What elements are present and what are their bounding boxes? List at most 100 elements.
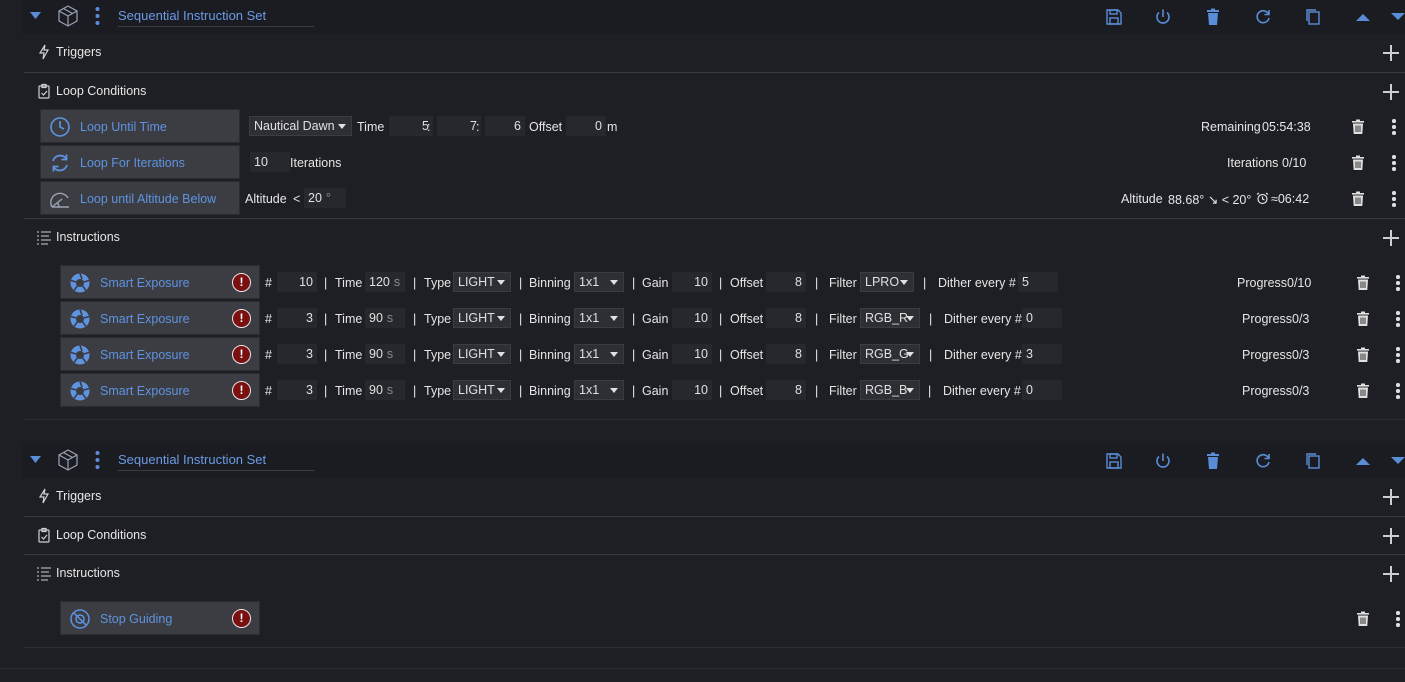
offset-field[interactable]: 0: [566, 116, 606, 136]
delete-condition-icon[interactable]: [1352, 119, 1364, 134]
binning-select[interactable]: 1x1: [574, 380, 624, 400]
set-title[interactable]: Sequential Instruction Set: [118, 452, 314, 471]
separator: |: [632, 384, 636, 398]
exposure-time-field[interactable]: 90 s: [365, 344, 405, 364]
warning-icon[interactable]: !: [232, 381, 251, 400]
more-options-icon[interactable]: [1396, 311, 1400, 327]
warning-icon[interactable]: !: [232, 273, 251, 292]
filter-select[interactable]: RGB_G: [860, 344, 920, 364]
duplicate-icon[interactable]: [1303, 451, 1323, 471]
add-instruction-button[interactable]: [1383, 566, 1399, 582]
image-type-select[interactable]: LIGHT: [453, 272, 511, 292]
seconds-field[interactable]: 6: [485, 116, 525, 136]
image-type-select[interactable]: LIGHT: [453, 344, 511, 364]
box-icon: [58, 449, 78, 471]
add-condition-button[interactable]: [1383, 84, 1399, 100]
iterations-field[interactable]: 10: [250, 152, 290, 172]
gain-field[interactable]: 10: [672, 380, 712, 400]
instruction-smart-exposure[interactable]: Smart Exposure!: [60, 373, 260, 407]
offset-field[interactable]: 8: [766, 344, 806, 364]
delete-icon[interactable]: [1203, 7, 1223, 27]
warning-icon[interactable]: !: [232, 609, 251, 628]
more-options-icon[interactable]: [1396, 383, 1400, 399]
binning-select[interactable]: 1x1: [574, 344, 624, 364]
collapse-chevron-icon[interactable]: [30, 12, 41, 20]
offset-label: Offset: [730, 276, 764, 290]
time-label: Time: [335, 348, 363, 362]
save-icon[interactable]: [1104, 7, 1124, 27]
add-trigger-button[interactable]: [1383, 489, 1399, 505]
filter-select[interactable]: LPRO: [860, 272, 914, 292]
exposure-time-field[interactable]: 90 s: [365, 308, 405, 328]
drag-handle-icon[interactable]: [95, 450, 100, 470]
power-icon[interactable]: [1153, 7, 1173, 27]
delete-condition-icon[interactable]: [1352, 155, 1364, 170]
dither-field[interactable]: 0: [1022, 380, 1062, 400]
instructions-label: Instructions: [56, 230, 120, 244]
filter-select[interactable]: RGB_R: [860, 308, 920, 328]
offset-field[interactable]: 8: [766, 272, 806, 292]
condition-loop-until-time[interactable]: Loop Until Time: [40, 109, 240, 143]
add-condition-button[interactable]: [1383, 528, 1399, 544]
reset-icon[interactable]: [1253, 451, 1273, 471]
drag-handle-icon[interactable]: [95, 6, 100, 26]
power-icon[interactable]: [1153, 451, 1173, 471]
binning-select[interactable]: 1x1: [574, 308, 624, 328]
gain-field[interactable]: 10: [672, 272, 712, 292]
exposure-time-field[interactable]: 90 s: [365, 380, 405, 400]
delete-instruction-icon[interactable]: [1357, 347, 1369, 362]
more-options-icon[interactable]: [1396, 347, 1400, 363]
gain-field[interactable]: 10: [672, 308, 712, 328]
delete-instruction-icon[interactable]: [1357, 311, 1369, 326]
minutes-field[interactable]: 7: [437, 116, 481, 136]
instruction-smart-exposure[interactable]: Smart Exposure!: [60, 337, 260, 371]
time-source-select[interactable]: Nautical Dawn: [249, 116, 352, 136]
collapse-chevron-icon[interactable]: [30, 456, 41, 464]
filter-select[interactable]: RGB_B: [860, 380, 920, 400]
offset-field[interactable]: 8: [766, 308, 806, 328]
instruction-smart-exposure[interactable]: Smart Exposure!: [60, 301, 260, 335]
move-down-icon[interactable]: [1388, 451, 1405, 471]
condition-loop-until-altitude[interactable]: Loop until Altitude Below: [40, 181, 240, 215]
delete-instruction-icon[interactable]: [1357, 611, 1369, 626]
dither-field[interactable]: 0: [1022, 308, 1062, 328]
delete-instruction-icon[interactable]: [1357, 383, 1369, 398]
gain-field[interactable]: 10: [672, 344, 712, 364]
exposure-count-field[interactable]: 10: [277, 272, 317, 292]
add-trigger-button[interactable]: [1383, 45, 1399, 61]
exposure-count-field[interactable]: 3: [277, 380, 317, 400]
warning-icon[interactable]: !: [232, 309, 251, 328]
duplicate-icon[interactable]: [1303, 7, 1323, 27]
offset-unit: m: [607, 120, 618, 134]
binning-select[interactable]: 1x1: [574, 272, 624, 292]
move-up-icon[interactable]: [1353, 7, 1373, 27]
delete-icon[interactable]: [1203, 451, 1223, 471]
reset-icon[interactable]: [1253, 7, 1273, 27]
save-icon[interactable]: [1104, 451, 1124, 471]
instruction-smart-exposure[interactable]: Smart Exposure!: [60, 265, 260, 299]
altitude-field[interactable]: 20 °: [304, 188, 346, 208]
add-instruction-button[interactable]: [1383, 230, 1399, 246]
dither-field[interactable]: 3: [1022, 344, 1062, 364]
delete-condition-icon[interactable]: [1352, 191, 1364, 206]
image-type-select[interactable]: LIGHT: [453, 308, 511, 328]
move-up-icon[interactable]: [1353, 451, 1373, 471]
move-down-icon[interactable]: [1388, 7, 1405, 27]
delete-instruction-icon[interactable]: [1357, 275, 1369, 290]
image-type-select[interactable]: LIGHT: [453, 380, 511, 400]
exposure-time-field[interactable]: 120 s: [365, 272, 405, 292]
more-options-icon[interactable]: [1392, 155, 1396, 171]
set-title[interactable]: Sequential Instruction Set: [118, 8, 314, 27]
more-options-icon[interactable]: [1392, 119, 1396, 135]
exposure-count-field[interactable]: 3: [277, 308, 317, 328]
exposure-count-field[interactable]: 3: [277, 344, 317, 364]
offset-field[interactable]: 8: [766, 380, 806, 400]
instruction-stop-guiding[interactable]: Stop Guiding !: [60, 601, 260, 635]
more-options-icon[interactable]: [1396, 611, 1400, 627]
condition-loop-for-iterations[interactable]: Loop For Iterations: [40, 145, 240, 179]
more-options-icon[interactable]: [1392, 191, 1396, 207]
more-options-icon[interactable]: [1396, 275, 1400, 291]
warning-icon[interactable]: !: [232, 345, 251, 364]
instruction-name: Smart Exposure: [100, 276, 190, 290]
dither-field[interactable]: 5: [1018, 272, 1058, 292]
